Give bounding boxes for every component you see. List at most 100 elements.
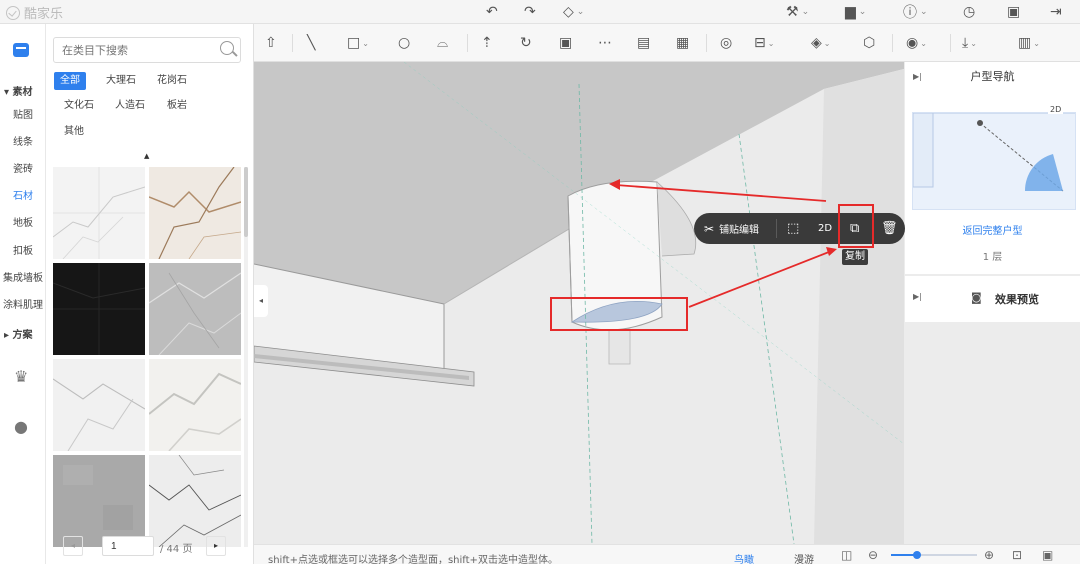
render-preview-panel[interactable]: ▶| ◙ 效果预览 xyxy=(905,276,1080,322)
help-icon[interactable]: ⓘ ⌄ xyxy=(903,3,928,21)
modeling-toolbar: ⇧ ╲ □ ⌄ ○ ⌓ ⇡ ↻ ▣ ⋯ ▤ ▦ ◎ ⊟ ⌄ ◈ ⌄ ⬡ ◉ ⌄ ⤓ ⌄ ▥… xyxy=(254,24,1080,62)
eraser-icon[interactable]: ◇ ⌄ xyxy=(563,3,584,21)
tag-granite[interactable]: 花岗石 xyxy=(151,72,193,90)
panel2-icon[interactable]: ▦ xyxy=(676,33,689,53)
align-icon[interactable]: ⋯ xyxy=(598,33,612,53)
rotate-icon[interactable]: ↻ xyxy=(520,33,532,53)
tag-culture-stone[interactable]: 文化石 xyxy=(58,97,100,115)
navigator-collapse-icon[interactable]: ▶| xyxy=(913,62,922,92)
panel-collapse-handle[interactable]: ◂ xyxy=(254,285,268,317)
paste-edit-button[interactable]: ✂ 铺贴编辑 xyxy=(704,220,759,237)
delete-icon[interactable]: 🗑 xyxy=(881,220,898,237)
zoom-knob[interactable] xyxy=(912,551,921,559)
toolbar-divider xyxy=(892,34,893,52)
toolbar-divider xyxy=(950,34,951,52)
exit-icon[interactable]: ⇥ xyxy=(1050,3,1062,21)
rail-item-stone[interactable]: 石材 xyxy=(0,187,46,202)
app-logo: 酷家乐 xyxy=(6,3,63,22)
rail-item-tile[interactable]: 瓷砖 xyxy=(0,160,46,175)
mode-2d-button[interactable]: 2D xyxy=(818,220,832,237)
marble-dark-veined-thumb xyxy=(149,455,241,547)
material-tile[interactable] xyxy=(149,455,241,547)
redo-icon[interactable]: ↷ xyxy=(524,3,536,21)
paint-icon[interactable]: ◈ ⌄ xyxy=(811,33,830,53)
eye-icon[interactable]: ◉ ⌄ xyxy=(906,33,927,53)
map-icon[interactable]: ▥ ⌄ xyxy=(1018,33,1040,53)
material-scrollbar[interactable] xyxy=(244,167,248,547)
tag-slate[interactable]: 板岩 xyxy=(161,97,193,115)
tag-marble[interactable]: 大理石 xyxy=(100,72,142,90)
back-to-full-plan-link[interactable]: 返回完整户型 xyxy=(905,222,1080,237)
zoom-slider[interactable] xyxy=(891,551,977,559)
export-icon[interactable]: ⇧ xyxy=(265,33,277,53)
material-tile[interactable] xyxy=(149,167,241,259)
tag-all[interactable]: 全部 xyxy=(54,72,86,90)
rail-item-ceiling-panel[interactable]: 扣板 xyxy=(0,242,46,257)
wrench-icon[interactable]: ⚒ ⌄ xyxy=(786,3,809,21)
mini-2d-badge[interactable]: 2D xyxy=(1048,105,1064,114)
crown-icon[interactable]: ♛ xyxy=(14,367,28,386)
document-icon[interactable]: ▣ xyxy=(1007,3,1020,21)
material-tile[interactable] xyxy=(149,263,241,355)
undo-icon[interactable]: ↶ xyxy=(486,3,498,21)
camera-icon[interactable]: ◎ xyxy=(720,33,732,53)
camera-preview-icon: ◙ xyxy=(971,291,982,304)
page-total: / 44 页 xyxy=(160,544,193,555)
user-icon[interactable]: ● xyxy=(14,417,28,436)
material-tile[interactable] xyxy=(53,167,145,259)
left-rail: ▾ 素材 贴图 线条 瓷砖 石材 地板 扣板 集成墙板 涂料肌理 ▸ 方案 ♛ … xyxy=(0,24,46,564)
tag-other[interactable]: 其他 xyxy=(58,123,90,141)
transform-icon[interactable]: ⬚ xyxy=(787,220,799,237)
download-icon[interactable]: ⤓ ⌄ xyxy=(962,33,977,53)
roam-button[interactable]: 漫游 xyxy=(794,551,814,564)
rail-item-line[interactable]: 线条 xyxy=(0,133,46,148)
copy-tooltip: 复制 xyxy=(842,249,868,265)
page-number-input[interactable] xyxy=(102,536,154,556)
mini-floorplan[interactable] xyxy=(912,112,1076,210)
rail-item-texture[interactable]: 贴图 xyxy=(0,106,46,121)
rail-section-material[interactable]: ▾ 素材 xyxy=(0,83,46,98)
panel-icon[interactable]: ▤ xyxy=(637,33,650,53)
material-tile[interactable] xyxy=(149,359,241,451)
material-tile[interactable] xyxy=(53,263,145,355)
rail-item-floor[interactable]: 地板 xyxy=(0,214,46,229)
material-tile[interactable] xyxy=(53,359,145,451)
scrollbar-thumb[interactable] xyxy=(244,167,248,237)
arc-icon[interactable]: ⌓ xyxy=(437,33,448,53)
prev-page-button[interactable]: ◂ xyxy=(63,536,83,556)
material-library-icon[interactable] xyxy=(13,43,29,57)
line-icon[interactable]: ╲ xyxy=(307,33,315,53)
marble-white-veined-thumb xyxy=(53,359,145,451)
rail-item-wall-panel[interactable]: 集成墙板 xyxy=(0,269,46,284)
bird-view-button[interactable]: 鸟瞰 xyxy=(734,551,754,564)
stone-grey-thumb xyxy=(53,455,145,547)
search-icon[interactable] xyxy=(220,41,234,55)
rail-item-paint-texture[interactable]: 涂料肌理 xyxy=(0,296,46,311)
zoom-in-icon[interactable]: ⊕ xyxy=(984,548,994,562)
3d-viewport[interactable] xyxy=(254,24,904,544)
rail-section-material-label: 素材 xyxy=(12,87,33,98)
fullscreen-icon[interactable]: ▣ xyxy=(1042,548,1053,562)
material-icon[interactable]: ⬡ xyxy=(863,33,875,53)
highlight-box xyxy=(838,204,874,248)
save-icon[interactable]: ▆ ⌄ xyxy=(845,3,866,21)
offset-icon[interactable]: ▣ xyxy=(559,33,572,53)
collapse-arrow-icon[interactable]: ▲ xyxy=(144,152,149,160)
material-tile[interactable] xyxy=(53,455,145,547)
rectangle-icon[interactable]: □ ⌄ xyxy=(347,33,369,53)
screenshot-icon[interactable]: ◫ xyxy=(841,548,852,562)
mini-floorplan-map xyxy=(912,112,1075,192)
fit-view-icon[interactable]: ⊡ xyxy=(1012,548,1022,562)
level-icon[interactable]: ⊟ ⌄ xyxy=(754,33,774,53)
preview-collapse-icon[interactable]: ▶| xyxy=(913,292,922,301)
push-pull-icon[interactable]: ⇡ xyxy=(481,33,493,53)
circle-icon[interactable]: ○ xyxy=(398,33,410,53)
floor-selector[interactable]: 1 层 xyxy=(905,248,1080,263)
zoom-out-icon[interactable]: ⊖ xyxy=(868,548,878,562)
next-page-button[interactable]: ▸ xyxy=(206,536,226,556)
search-input[interactable] xyxy=(53,37,241,63)
history-clock-icon[interactable]: ◷ xyxy=(963,3,975,21)
rail-section-plan[interactable]: ▸ 方案 xyxy=(0,326,46,341)
tag-artificial-stone[interactable]: 人造石 xyxy=(109,97,151,115)
status-bar: shift+点选或框选可以选择多个造型面，shift+双击选中造型体。 鸟瞰 漫… xyxy=(254,544,1080,564)
